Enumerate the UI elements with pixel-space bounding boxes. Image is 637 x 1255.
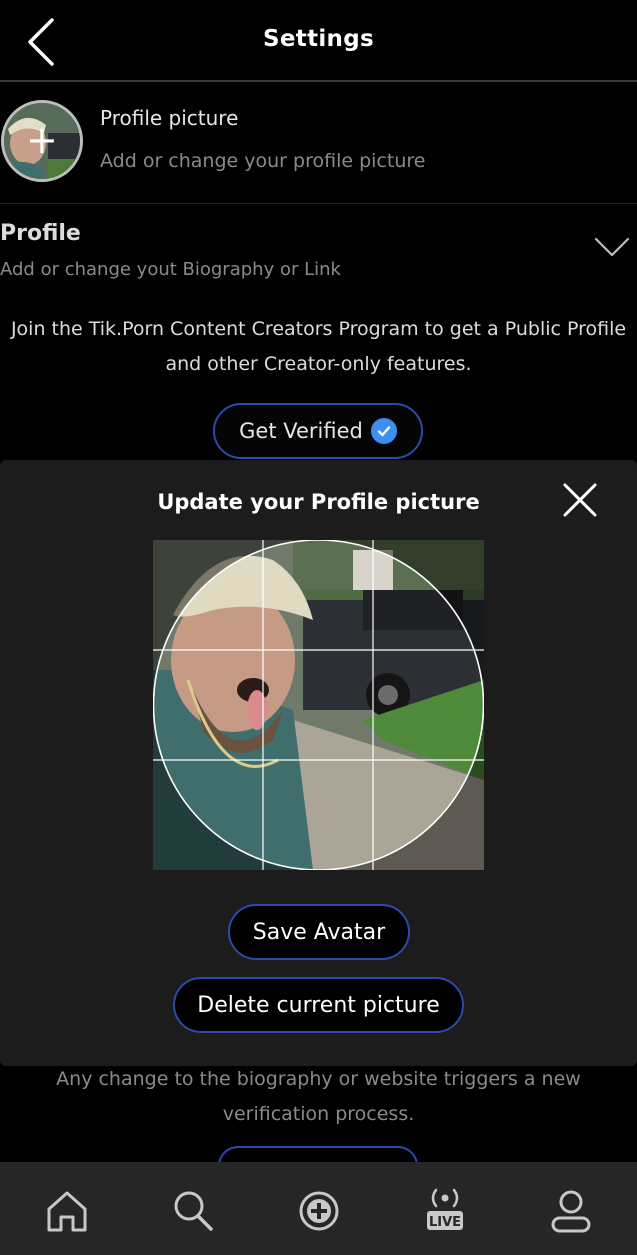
get-verified-button[interactable]: Get Verified [213, 403, 423, 459]
live-icon: LIVE [427, 1188, 463, 1230]
save-avatar-button[interactable]: Save Avatar [228, 904, 410, 960]
profile-picture-subtitle: Add or change your profile picture [100, 150, 426, 172]
verification-note: Any change to the biography or website t… [56, 1068, 581, 1125]
page-title: Settings [263, 26, 374, 52]
nav-home[interactable] [42, 1186, 92, 1236]
modal-title: Update your Profile picture [157, 490, 480, 514]
update-profile-picture-modal: Update your Profile picture Save Avatar … [0, 460, 637, 1066]
close-icon [563, 483, 597, 517]
nav-add[interactable] [294, 1186, 344, 1236]
profile-picture-title: Profile picture [100, 106, 239, 130]
plus-icon: + [26, 118, 58, 162]
search-icon [174, 1191, 213, 1231]
profile-icon [551, 1190, 591, 1233]
nav-live[interactable]: LIVE [420, 1186, 470, 1236]
delete-picture-button[interactable]: Delete current picture [173, 977, 464, 1033]
avatar-crop-area[interactable] [153, 540, 484, 870]
verified-check-icon [370, 418, 397, 444]
profile-section-toggle[interactable]: Profile Add or change yout Biography or … [0, 205, 637, 295]
close-button[interactable] [560, 480, 600, 520]
chevron-down-icon[interactable] [594, 236, 630, 258]
add-icon [299, 1191, 339, 1231]
nav-search[interactable] [168, 1186, 218, 1236]
avatar[interactable]: + [1, 100, 83, 182]
get-verified-label: Get Verified [239, 419, 363, 443]
profile-picture-row[interactable]: + Profile picture Add or change your pro… [0, 84, 637, 204]
crop-photo [153, 540, 484, 870]
profile-title: Profile [0, 221, 81, 246]
live-badge-label: LIVE [429, 1215, 461, 1230]
top-bar: Settings [0, 0, 637, 82]
creator-program-text: Join the Tik.Porn Content Creators Progr… [10, 318, 627, 375]
nav-profile[interactable] [546, 1186, 596, 1236]
home-icon [47, 1191, 87, 1232]
bottom-nav: LIVE [0, 1162, 637, 1255]
profile-subtitle: Add or change yout Biography or Link [0, 259, 341, 280]
